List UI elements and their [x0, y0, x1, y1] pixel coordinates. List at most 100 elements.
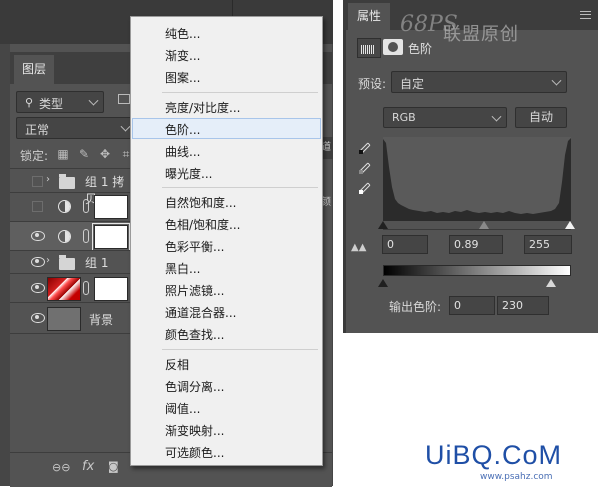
eye-icon[interactable]: [31, 283, 45, 293]
menu-item-color-balance[interactable]: 色彩平衡...: [132, 235, 321, 256]
input-slider-track: [383, 229, 571, 230]
levels-icon[interactable]: [357, 38, 381, 58]
eye-icon[interactable]: [31, 231, 45, 241]
link-icon[interactable]: [83, 199, 89, 213]
layer-row[interactable]: [10, 193, 130, 219]
menu-item-vibrance[interactable]: 自然饱和度...: [132, 191, 321, 212]
lock-transparent-icon[interactable]: ▦: [56, 147, 70, 161]
link-icon[interactable]: [83, 229, 89, 243]
menu-item-label: 阈值...: [165, 402, 201, 416]
blend-mode-label: 正常: [25, 123, 50, 137]
mask-icon[interactable]: [383, 39, 403, 55]
menu-item-selective-color[interactable]: 可选颜色...: [132, 441, 321, 462]
chevron-down-icon: [120, 121, 131, 132]
panel-menu-icon[interactable]: [580, 11, 591, 19]
histogram-graph: [383, 138, 571, 221]
white-point-eyedropper-icon[interactable]: [358, 181, 372, 195]
auto-button[interactable]: 自动: [515, 107, 567, 128]
blend-mode-select[interactable]: 正常: [16, 117, 136, 139]
menu-item-label: 色阶...: [165, 123, 201, 137]
preset-select[interactable]: 自定: [391, 71, 567, 93]
visibility-toggle[interactable]: [32, 176, 43, 187]
tab-layers[interactable]: 图层: [14, 55, 54, 84]
layer-row-selected[interactable]: [10, 222, 130, 251]
menu-item-gradient-map[interactable]: 渐变映射...: [132, 419, 321, 440]
tab-properties[interactable]: 属性: [348, 3, 390, 30]
menu-item-black-white[interactable]: 黑白...: [132, 257, 321, 278]
fx-icon[interactable]: fx: [82, 459, 94, 474]
divider: [10, 168, 130, 169]
histogram-area: [383, 138, 571, 221]
clipping-warning-icon[interactable]: ▲▲: [351, 242, 375, 256]
input-gamma-slider[interactable]: [479, 221, 489, 229]
menu-item-curves[interactable]: 曲线...: [132, 140, 321, 161]
link-icon[interactable]: ⊖⊖: [52, 461, 70, 474]
menu-item-solid-color[interactable]: 纯色...: [132, 22, 321, 43]
menu-item-threshold[interactable]: 阈值...: [132, 397, 321, 418]
menu-item-gradient[interactable]: 渐变...: [132, 44, 321, 65]
output-black-slider[interactable]: [378, 279, 388, 287]
menu-item-exposure[interactable]: 曝光度...: [132, 162, 321, 183]
channel-select[interactable]: RGB: [383, 107, 507, 128]
menu-item-label: 曝光度...: [165, 167, 213, 181]
menu-item-label: 图案...: [165, 71, 201, 85]
layer-thumbnail[interactable]: [47, 307, 81, 331]
layer-row[interactable]: 背景: [10, 303, 130, 333]
link-icon[interactable]: [83, 281, 89, 295]
layer-mask-thumbnail[interactable]: [94, 277, 128, 301]
menu-item-pattern[interactable]: 图案...: [132, 66, 321, 87]
image-filter-icon[interactable]: [118, 94, 130, 104]
mask-icon[interactable]: ◙: [108, 460, 119, 473]
layer-filter-select[interactable]: ⚲ 类型: [16, 91, 104, 113]
menu-item-levels[interactable]: 色阶...: [132, 118, 321, 139]
search-icon: ⚲: [25, 96, 34, 109]
tab-properties-label: 属性: [356, 9, 381, 23]
lock-brush-icon[interactable]: ✎: [77, 147, 91, 161]
layer-name: 组 1: [85, 256, 109, 270]
visibility-toggle[interactable]: [32, 201, 43, 212]
preset-label: 预设:: [358, 77, 387, 91]
menu-item-photo-filter[interactable]: 照片滤镜...: [132, 279, 321, 300]
lock-move-icon[interactable]: ✥: [98, 147, 112, 161]
layer-thumbnail[interactable]: [47, 277, 81, 301]
layer-mask-thumbnail[interactable]: [94, 195, 128, 219]
layer-row[interactable]: › 组 1 拷贝: [10, 170, 130, 206]
eye-icon[interactable]: [31, 313, 45, 323]
chevron-right-icon[interactable]: ›: [46, 174, 50, 185]
menu-item-invert[interactable]: 反相: [132, 353, 321, 374]
gray-point-eyedropper-icon[interactable]: [358, 161, 372, 175]
menu-item-posterize[interactable]: 色调分离...: [132, 375, 321, 396]
output-black-field[interactable]: 0: [449, 296, 495, 315]
chevron-right-icon[interactable]: ›: [46, 255, 50, 266]
menu-item-label: 纯色...: [165, 27, 201, 41]
input-black-slider[interactable]: [378, 221, 388, 229]
menu-item-label: 可选颜色...: [165, 446, 225, 460]
input-white-slider[interactable]: [565, 221, 575, 229]
menu-separator: [162, 349, 318, 350]
output-white-field[interactable]: 230: [497, 296, 549, 315]
menu-item-label: 色相/饱和度...: [165, 218, 241, 232]
menu-item-label: 黑白...: [165, 262, 201, 276]
input-white-field[interactable]: 255: [524, 235, 572, 254]
layer-mask-thumbnail[interactable]: [92, 223, 130, 251]
menu-item-channel-mixer[interactable]: 通道混合器...: [132, 301, 321, 322]
layer-row[interactable]: › 组 1: [10, 251, 130, 273]
output-white-slider[interactable]: [546, 279, 556, 287]
chevron-down-icon: [88, 95, 99, 106]
black-point-eyedropper-icon[interactable]: [358, 141, 372, 155]
chevron-down-icon: [551, 75, 562, 86]
output-levels-label: 输出色阶:: [389, 300, 442, 314]
input-black-field[interactable]: 0: [382, 235, 428, 254]
watermark-text: 联盟原创: [443, 24, 519, 45]
chevron-down-icon: [491, 111, 502, 122]
menu-item-brightness-contrast[interactable]: 亮度/对比度...: [132, 96, 321, 117]
menu-item-label: 反相: [165, 358, 190, 372]
layer-row[interactable]: [10, 274, 130, 302]
input-gamma-field[interactable]: 0.89: [449, 235, 503, 254]
menu-item-hue-saturation[interactable]: 色相/饱和度...: [132, 213, 321, 234]
menu-item-label: 曲线...: [165, 145, 201, 159]
eye-icon[interactable]: [31, 257, 45, 267]
layer-filter-label: 类型: [39, 97, 64, 111]
menu-separator: [162, 92, 318, 93]
menu-item-color-lookup[interactable]: 颜色查找...: [132, 323, 321, 344]
